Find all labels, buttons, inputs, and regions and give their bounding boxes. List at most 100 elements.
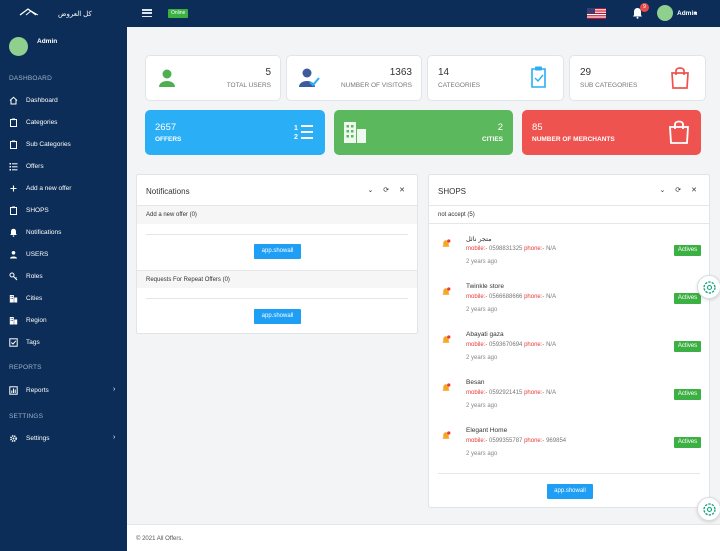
shop-contact: mobile:- 0599355787 phone:- 969854 [466,438,567,444]
sidebar-item-dashboard[interactable]: Dashboard [0,94,127,108]
shop-name: Elegant Home [466,427,508,434]
sidebar-item-label: Reports [26,387,49,394]
cities-card[interactable]: 2 Cities [334,110,513,155]
us-flag-icon[interactable] [587,8,606,19]
shop-contact: mobile:- 0566688666 phone:- N/A [466,294,557,300]
svg-text:2: 2 [294,134,298,141]
sidebar-item-sub-categories[interactable]: Sub Categories [0,138,127,152]
assistant-float-button[interactable] [697,497,720,521]
show-all-offers-button[interactable]: app.showall [254,244,301,259]
list-item[interactable]: Abayati gaza mobile:- 0593670694 phone:-… [429,329,719,375]
notifications-panel: Notifications ⌄ ⟳ ✕ Add a new offer (0) … [136,174,418,334]
stat-card-sub-categories[interactable]: 29 SUB CATEGORIES [569,55,706,101]
building-icon [9,317,18,325]
bell-icon [442,287,451,295]
repeat-offers-section-header: Requests For Repeat Offers (0) [137,270,417,288]
stat-label: NUMBER OF VISITORS [340,82,412,89]
sidebar-item-tags[interactable]: Tags [0,336,127,350]
panel-tools-icons[interactable]: ⌄ ⟳ ✕ [660,186,702,194]
sidebar-avatar [9,37,28,56]
bell-icon [442,239,451,247]
svg-text:1: 1 [294,125,298,132]
clipboard-icon [531,66,546,88]
sidebar-item-roles[interactable]: Roles [0,270,127,284]
merchants-card[interactable]: 85 NUMBER OF MERCHANTS [522,110,701,155]
notifications-panel-title: Notifications [146,187,190,196]
shop-name: متجر نائل [466,236,492,243]
stat-label: SUB CATEGORIES [580,82,638,89]
stat-card-categories[interactable]: 14 CATEGORIES [427,55,564,101]
logo[interactable]: كل العروض [18,6,118,22]
key-icon [9,272,18,281]
chevron-down-icon[interactable]: ▾ [694,10,697,17]
list-item[interactable]: متجر نائل mobile:- 0598831325 phone:- N/… [429,233,719,279]
list-icon [9,163,18,171]
status-badge[interactable]: Actives [674,341,701,352]
repeat-offers-section-title: Requests For Repeat Offers (0) [146,277,230,283]
list-item[interactable]: Twinkle store mobile:- 0566688666 phone:… [429,281,719,327]
status-badge[interactable]: Actives [674,245,701,256]
list-item[interactable]: Besan mobile:- 0592921415 phone:- N/A 2 … [429,377,719,423]
section-dashboard: DASHBOARD [9,75,52,82]
footer-text: © 2021 All Offers. [136,536,184,542]
shop-time: 2 years ago [466,355,498,361]
sidebar-item-label: SHOPS [26,207,49,214]
bell-icon [442,383,451,391]
sidebar-item-shops[interactable]: SHOPS [0,204,127,218]
clipboard-icon [10,140,17,149]
offers-card[interactable]: 2657 OFFERS 1 2 [145,110,325,155]
sidebar-item-cities[interactable]: Cities [0,292,127,306]
logo-mark-icon [19,8,39,16]
sidebar-item-label: Offers [26,163,44,170]
sidebar-item-region[interactable]: Region [0,314,127,328]
top-bar: كل العروض Online 9 Admin ▾ [0,0,720,27]
sidebar-item-categories[interactable]: Categories [0,116,127,130]
notification-count-badge: 9 [640,3,649,12]
stat-value: 1363 [389,67,412,78]
assistant-float-button[interactable] [697,275,720,299]
shop-time: 2 years ago [466,403,498,409]
stat-card-total-users[interactable]: 5 TOTAL USERS [145,55,281,101]
cities-count: 2 [497,122,503,133]
online-status-badge: Online [168,9,189,18]
shop-contact: mobile:- 0593670694 phone:- N/A [466,342,557,348]
sidebar-item-reports[interactable]: Reports › [0,384,127,398]
section-reports: REPORTS [9,364,42,371]
shopping-bag-icon [669,120,689,144]
menu-toggle-icon[interactable] [142,9,152,18]
stat-value: 29 [580,67,592,78]
offers-count: 2657 [155,122,177,133]
shop-name: Besan [466,379,485,386]
stat-card-visitors[interactable]: 1363 NUMBER OF VISITORS [286,55,422,101]
sidebar-item-notifications[interactable]: Notifications [0,226,127,240]
shop-name: Twinkle store [466,283,504,290]
offers-label: OFFERS [155,136,182,143]
ordered-list-icon: 1 2 [294,125,313,141]
list-item[interactable]: Elegant Home mobile:- 0599355787 phone:-… [429,425,719,471]
show-all-requests-button[interactable]: app.showall [254,309,301,324]
user-check-icon [299,68,320,87]
sidebar-item-label: Dashboard [26,97,58,104]
sidebar-item-offers[interactable]: Offers [0,160,127,174]
sidebar-item-label: Roles [26,273,43,280]
bell-icon [10,228,17,237]
chevron-right-icon: › [113,386,116,393]
footer-bar [127,524,720,551]
status-badge[interactable]: Actives [674,293,701,304]
shops-subtitle: not accept (5) [438,212,475,218]
show-all-shops-button[interactable]: app.showall [547,484,593,499]
sidebar-item-users[interactable]: USERS [0,248,127,262]
panel-tools-icons[interactable]: ⌄ ⟳ ✕ [368,186,410,194]
shop-time: 2 years ago [466,451,498,457]
stat-value: 5 [265,67,271,78]
sidebar-item-add-offer[interactable]: Add a new offer [0,182,127,196]
stat-label: CATEGORIES [438,82,481,89]
assistant-icon [703,281,716,294]
status-badge[interactable]: Actives [674,389,701,400]
sidebar-item-settings[interactable]: Settings › [0,432,127,446]
logo-arabic-text: كل العروض [58,11,92,18]
status-badge[interactable]: Actives [674,437,701,448]
shops-panel: SHOPS ⌄ ⟳ ✕ not accept (5) متجر نائل mob… [428,174,710,508]
avatar[interactable] [657,5,673,21]
shop-time: 2 years ago [466,259,498,265]
